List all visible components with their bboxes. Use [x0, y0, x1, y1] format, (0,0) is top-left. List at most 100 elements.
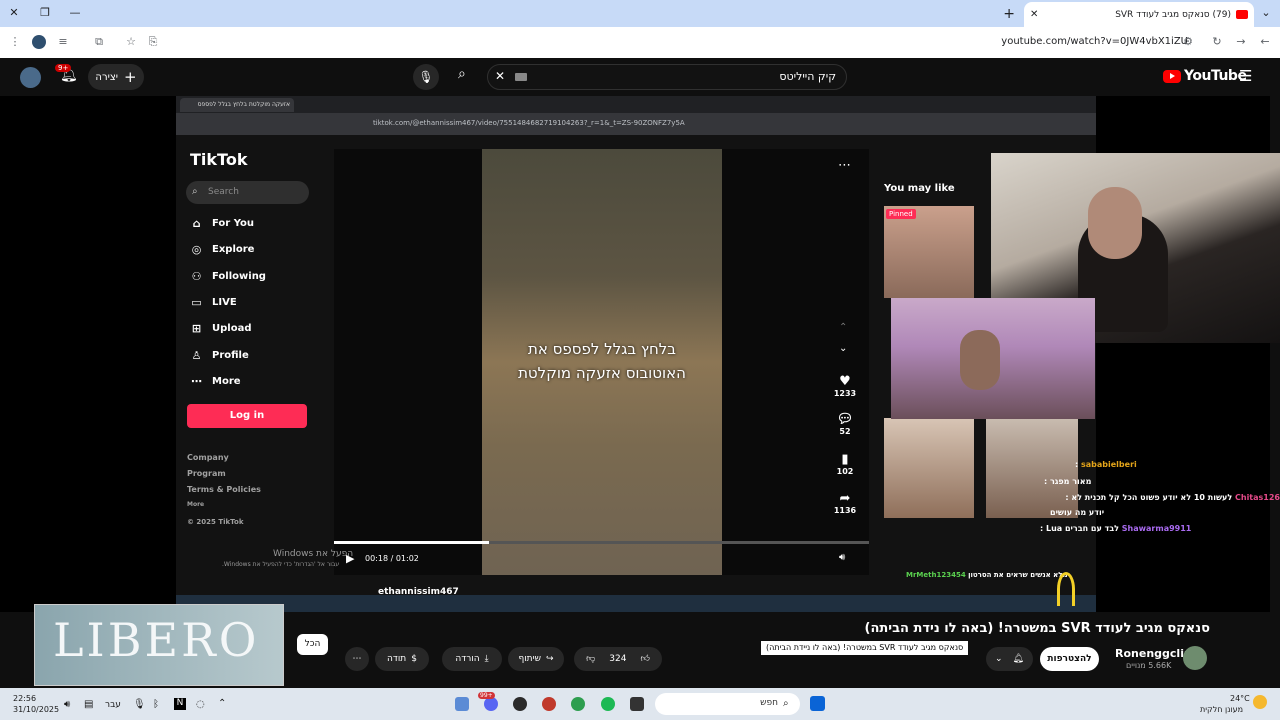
dislike-icon[interactable]: 👎︎ — [586, 654, 595, 664]
file-explorer-icon[interactable] — [630, 697, 644, 711]
profile-avatar-icon[interactable] — [32, 35, 46, 49]
mic-icon[interactable]: 🎙︎ — [133, 699, 146, 710]
weather-icon[interactable] — [1253, 695, 1267, 709]
browser-tab-title: (79) סנאקס מגיב לעודד SVR — [1115, 9, 1231, 20]
likes-stat: ♥ 1233 — [830, 374, 860, 398]
bookmark-star-icon[interactable]: ☆ — [124, 35, 138, 49]
youtube-header: 🔔︎ 9+ יצירה + 🎙︎ ⌕ ✕ קיק הייליטס YouTube… — [0, 58, 1280, 96]
restore-window-icon[interactable]: ❐ — [38, 6, 52, 20]
network-icon[interactable]: ▤ — [84, 699, 93, 710]
chat-username: Shawarma9911 — [1121, 524, 1192, 533]
chrome-icon[interactable] — [571, 697, 585, 711]
more-options-icon: ⋯ — [838, 158, 851, 173]
likes-count: 1233 — [833, 389, 857, 398]
youtube-play-icon — [1163, 69, 1181, 83]
share-button[interactable]: ↪ שיתוף — [508, 647, 564, 671]
new-tab-button[interactable]: + — [1003, 6, 1015, 22]
spotify-icon[interactable] — [601, 697, 615, 711]
pinned-badge: Pinned — [886, 209, 916, 219]
chat-message: MrMeth123454 מלא אנשים שראים את הסרטון — [906, 571, 1068, 579]
search-icon[interactable]: ⌕ — [458, 66, 466, 82]
app-tray-icon[interactable]: ◌ — [196, 699, 205, 710]
thanks-label: תודה — [387, 654, 407, 664]
comments-stat: 💬︎ 52 — [830, 412, 860, 436]
nav-for-you: ⌂ For You — [190, 217, 254, 230]
onenote-icon[interactable]: N — [174, 698, 186, 710]
clock-date: 31/10/2025 — [13, 705, 60, 714]
footer-terms: Terms & Policies — [187, 485, 261, 494]
app-icon[interactable] — [542, 697, 556, 711]
download-button[interactable]: ⤓ הורדה — [442, 647, 502, 671]
windows-start-icon[interactable] — [810, 696, 825, 711]
account-avatar[interactable] — [20, 67, 41, 88]
nav-explore: ◎ Explore — [190, 243, 255, 256]
tray-chevron-icon[interactable]: ⌃ — [218, 698, 226, 709]
nav-label: For You — [212, 218, 255, 229]
youtube-logo[interactable]: YouTube — [1163, 68, 1247, 84]
chat-text: מאור מפגר : — [1044, 477, 1092, 486]
subscribe-button[interactable]: להצטרפות — [1040, 647, 1099, 671]
comment-icon: 💬︎ — [836, 412, 854, 427]
bluetooth-icon[interactable]: ᛒ — [153, 699, 159, 710]
like-icon[interactable]: 👍︎ — [640, 654, 649, 664]
inner-url-text: tiktok.com/@ethannissim467/video/7551484… — [373, 119, 685, 127]
libero-ad-banner[interactable]: LIBERO — [34, 604, 284, 686]
suggested-video-thumbnail — [884, 206, 974, 298]
windows-search-input[interactable]: חפש — [655, 693, 800, 715]
reload-icon[interactable]: ↻ — [1210, 35, 1224, 49]
speaker-icon[interactable]: 🔊︎ — [64, 699, 70, 710]
browser-tab[interactable]: (79) סנאקס מגיב לעודד SVR ✕ — [1024, 2, 1254, 27]
chat-text: מלא אנשים שראים את הסרטון — [968, 571, 1068, 579]
hamburger-menu-icon[interactable]: ☰ — [1239, 67, 1252, 85]
all-chip[interactable]: הכל — [297, 634, 328, 655]
search-query: קיק הייליטס — [779, 70, 836, 83]
site-settings-icon[interactable]: ⚙ — [1181, 35, 1195, 49]
search-input[interactable]: ✕ קיק הייליטס — [487, 64, 847, 90]
download-label: הורדה — [455, 654, 480, 664]
tab-search-icon[interactable]: ⌄ — [1259, 6, 1273, 20]
close-window-icon[interactable]: ✕ — [7, 6, 21, 20]
forward-icon[interactable]: → — [1234, 35, 1248, 49]
chat-message: Chitas126 לעשות 10 לא יודע פשוט הכל קל ת… — [1065, 493, 1280, 502]
nav-label: More — [212, 376, 241, 387]
like-count: 324 — [609, 654, 627, 664]
reading-list-icon[interactable]: ≡ — [56, 35, 70, 49]
calculator-icon[interactable] — [455, 697, 469, 711]
keyboard-icon[interactable] — [515, 73, 527, 81]
chat-message: Shawarma9911 לבד עם חברים Lua : — [1040, 524, 1191, 533]
obs-icon[interactable] — [513, 697, 527, 711]
like-dislike-button[interactable]: 👎︎ 324 👍︎ — [574, 647, 662, 671]
yellow-ribbon-icon — [1057, 572, 1075, 606]
footer-program: Program — [187, 469, 226, 478]
more-actions-button[interactable]: ⋯ — [345, 647, 369, 671]
url-text[interactable]: youtube.com/watch?v=0JW4vbX1iZU — [1001, 36, 1188, 47]
notifications-toggle[interactable]: ⌄ 🔔︎ — [986, 647, 1033, 671]
extensions-icon[interactable]: ⧉ — [92, 35, 106, 49]
voice-search-icon[interactable]: 🎙︎ — [413, 64, 439, 90]
discord-icon[interactable] — [484, 697, 498, 711]
following-icon: ⚇ — [191, 270, 202, 283]
chat-message: יודע מה עושים — [1050, 508, 1104, 517]
minimize-window-icon[interactable]: — — [68, 6, 82, 20]
language-indicator[interactable]: עבר — [105, 700, 121, 710]
youtube-favicon-icon — [1236, 10, 1248, 19]
share-arrow-icon: ↪ — [545, 654, 554, 664]
clear-search-icon[interactable]: ✕ — [495, 69, 505, 83]
channel-avatar[interactable] — [1183, 646, 1207, 670]
menu-icon[interactable]: ⋮ — [8, 35, 22, 49]
nav-upload: ⊞ Upload — [190, 322, 252, 335]
thanks-button[interactable]: $ תודה — [375, 647, 429, 671]
back-icon[interactable]: ← — [1258, 35, 1272, 49]
weather-temp: 24°C — [1230, 694, 1250, 703]
nav-label: Explore — [212, 244, 255, 255]
close-tab-icon[interactable]: ✕ — [1030, 9, 1038, 20]
guest-face — [960, 330, 1000, 390]
chat-text: : — [1075, 460, 1079, 469]
create-button[interactable]: יצירה + — [88, 64, 144, 90]
chat-username: MrMeth123454 — [906, 571, 966, 579]
saves-stat: ▮ 102 — [830, 452, 860, 476]
upload-icon: ⊞ — [191, 322, 202, 335]
cast-icon[interactable]: ⎘ — [146, 35, 160, 49]
channel-name[interactable]: Ronenggclip — [1115, 647, 1192, 660]
down-arrow-icon: ⌄ — [839, 343, 848, 354]
